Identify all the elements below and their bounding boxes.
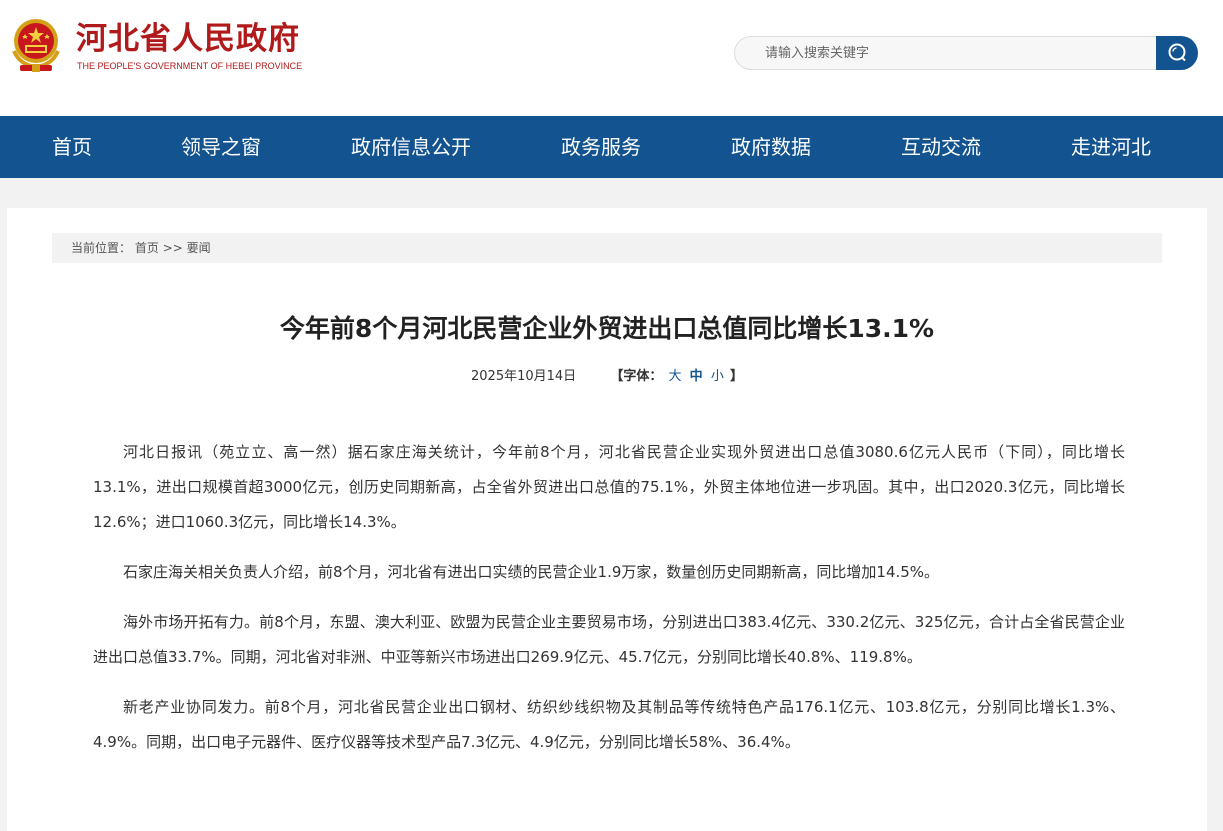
site-title[interactable]: 河北省人民政府 <box>76 20 300 58</box>
font-size-large-button[interactable]: 大 <box>669 369 682 384</box>
search-icon <box>1168 43 1186 61</box>
nav-item-gov-info[interactable]: 政府信息公开 <box>351 116 471 178</box>
breadcrumb-home-link[interactable]: 首页 <box>135 241 159 255</box>
nav-item-gov-data[interactable]: 政府数据 <box>731 116 811 178</box>
article-date: 2025年10月14日 <box>471 369 577 384</box>
font-size-small-button[interactable]: 小 <box>711 369 724 384</box>
site-header: 河北省人民政府 THE PEOPLE'S GOVERNMENT OF HEBEI… <box>0 0 1223 116</box>
article-paragraph: 石家庄海关相关负责人介绍，前8个月，河北省有进出口实绩的民营企业1.9万家，数量… <box>123 563 940 581</box>
font-size-control: 【字体： 大 中 小 】 <box>610 369 743 384</box>
breadcrumb-separator: >> <box>162 241 183 255</box>
font-size-close-bracket: 】 <box>729 369 743 384</box>
font-size-open-bracket: 【 <box>610 369 624 384</box>
breadcrumb-prefix: 当前位置： <box>71 241 132 255</box>
nav-item-services[interactable]: 政务服务 <box>561 116 641 178</box>
font-size-label: 字体： <box>623 369 663 384</box>
breadcrumb: 当前位置： 首页 >> 要闻 <box>52 233 1162 263</box>
national-emblem-icon[interactable] <box>10 17 62 75</box>
nav-item-interaction[interactable]: 互动交流 <box>901 116 981 178</box>
font-size-medium-button[interactable]: 中 <box>690 369 703 384</box>
nav-item-home[interactable]: 首页 <box>52 116 92 178</box>
search-input[interactable] <box>735 37 1158 69</box>
article-title: 今年前8个月河北民营企业外贸进出口总值同比增长13.1% <box>279 314 935 343</box>
article-paragraph: 新老产业协同发力。前8个月，河北省民营企业出口钢材、纺织纱线织物及其制品等传统特… <box>93 698 1125 751</box>
nav-item-about-hebei[interactable]: 走进河北 <box>1071 116 1151 178</box>
search-box <box>734 36 1158 70</box>
article-paragraph: 海外市场开拓有力。前8个月，东盟、澳大利亚、欧盟为民营企业主要贸易市场，分别进出… <box>93 613 1125 666</box>
article-paragraph: 河北日报讯（苑立立、高一然）据石家庄海关统计，今年前8个月，河北省民营企业实现外… <box>93 443 1125 531</box>
article-body: 河北日报讯（苑立立、高一然）据石家庄海关统计，今年前8个月，河北省民营企业实现外… <box>93 435 1125 775</box>
main-nav: 首页 领导之窗 政府信息公开 政务服务 政府数据 互动交流 走进河北 <box>0 116 1223 178</box>
article-meta: 2025年10月14日 【字体： 大 中 小 】 <box>7 365 1207 384</box>
site-subtitle: THE PEOPLE'S GOVERNMENT OF HEBEI PROVINC… <box>77 61 303 71</box>
breadcrumb-current-link[interactable]: 要闻 <box>187 241 211 255</box>
nav-item-leaders[interactable]: 领导之窗 <box>181 116 261 178</box>
search-button[interactable] <box>1156 36 1198 70</box>
article-container: 当前位置： 首页 >> 要闻 今年前8个月河北民营企业外贸进出口总值同比增长13… <box>7 208 1207 831</box>
